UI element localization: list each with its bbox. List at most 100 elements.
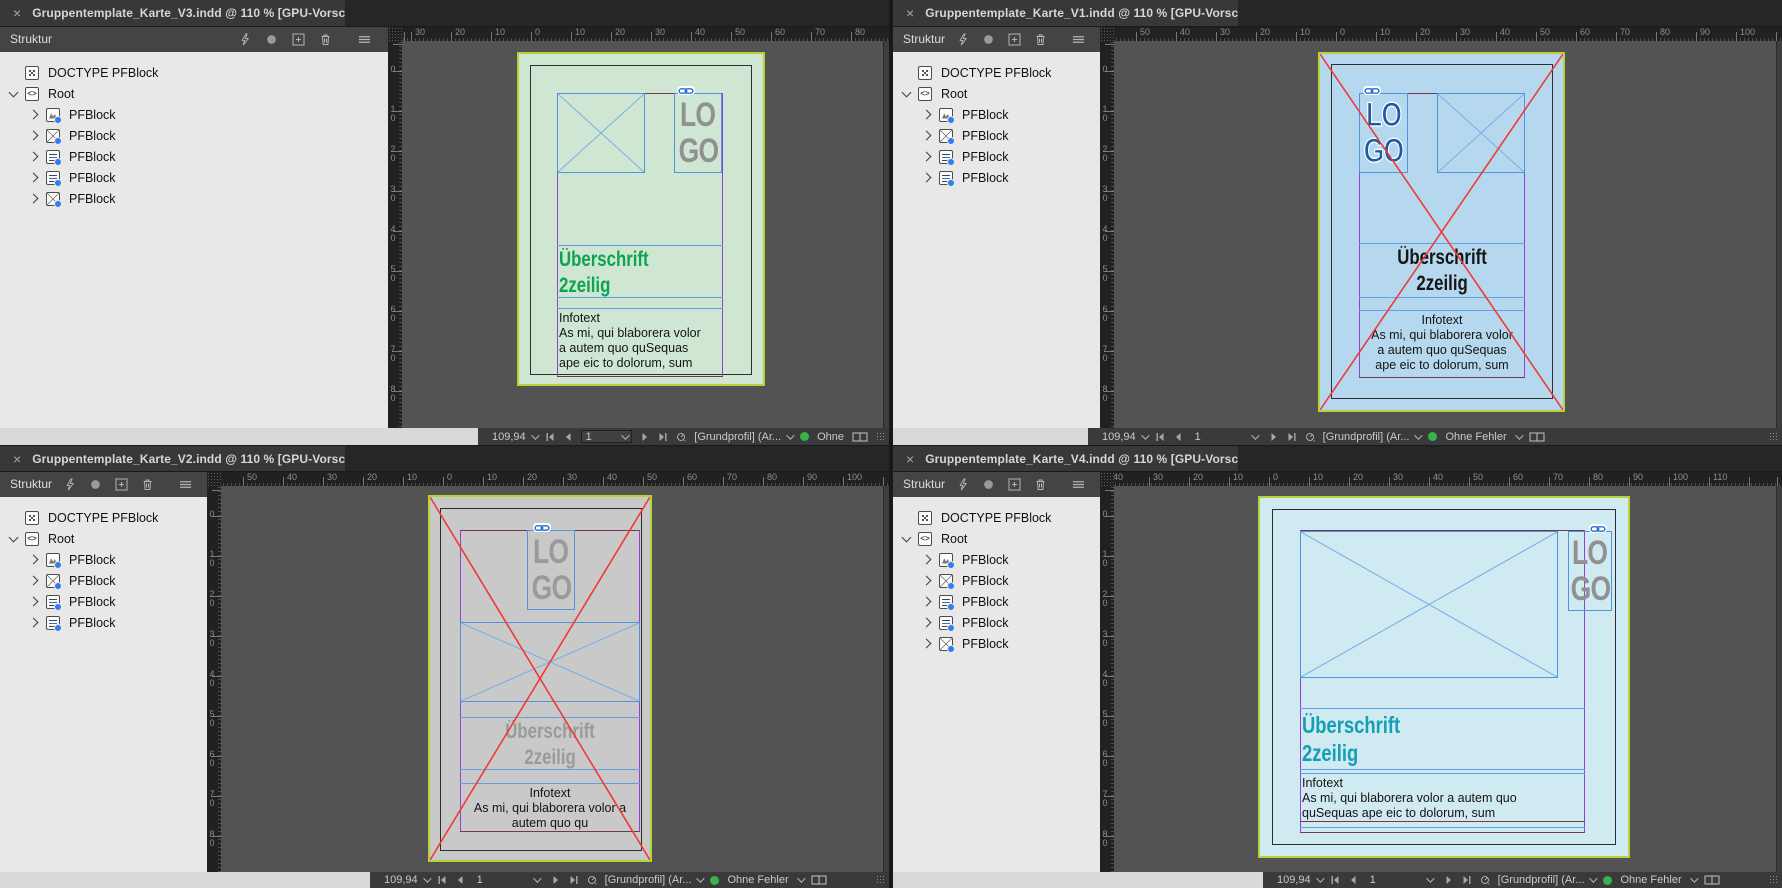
expander-icon[interactable] (920, 556, 934, 563)
tree-item[interactable]: DOCTYPE PFBlock (0, 507, 207, 528)
first-page-button[interactable] (545, 432, 555, 442)
expander-icon[interactable] (27, 132, 41, 139)
page-canvas[interactable]: LO GO Überschrift 2zeilig Infotext As mi… (517, 52, 765, 386)
add-element-icon[interactable] (1008, 33, 1021, 46)
horizontal-ruler[interactable]: 403020100102030405060708090100110 (1114, 472, 1782, 486)
tree-item[interactable]: PFBlock (0, 146, 388, 167)
panel-menu-icon[interactable] (358, 33, 371, 46)
heading-frame[interactable]: Überschrift 2zeilig (557, 245, 723, 298)
expander-icon[interactable] (899, 91, 913, 96)
zoom-level-control[interactable]: 109,94 (492, 431, 537, 443)
preflight-profile-control[interactable]: [Grundprofil] (Ar... (1323, 431, 1421, 443)
next-page-button[interactable] (551, 875, 561, 885)
page-number-field[interactable]: 1 (1191, 430, 1261, 443)
close-icon[interactable]: × (13, 6, 21, 20)
preflight-icon[interactable] (676, 432, 686, 442)
last-page-button[interactable] (569, 875, 579, 885)
page-canvas[interactable]: LO GO Überschrift 2zeilig Infotext As mi… (428, 495, 652, 862)
close-icon[interactable]: × (13, 452, 21, 466)
expander-icon[interactable] (920, 174, 934, 181)
next-page-button[interactable] (640, 432, 650, 442)
ruler-origin-corner[interactable] (1100, 27, 1114, 41)
tree-item[interactable]: PFBlock (0, 125, 388, 146)
page-number-field[interactable]: 1 (1366, 874, 1436, 887)
document-tab[interactable]: × Gruppentemplate_Karte_V1.indd @ 110 % … (893, 0, 1238, 26)
expander-icon[interactable] (6, 536, 20, 541)
tree-item[interactable]: Root (893, 528, 1100, 549)
tree-item[interactable]: DOCTYPE PFBlock (893, 62, 1100, 83)
close-icon[interactable]: × (906, 6, 914, 20)
tree-item[interactable]: PFBlock (893, 146, 1100, 167)
zoom-level-control[interactable]: 109,94 (1102, 431, 1147, 443)
tree-item[interactable]: PFBlock (0, 104, 388, 125)
preflight-profile-control[interactable]: [Grundprofil] (Ar... (605, 874, 703, 886)
expander-icon[interactable] (27, 153, 41, 160)
tree-item[interactable]: PFBlock (893, 570, 1100, 591)
document-tab[interactable]: × Gruppentemplate_Karte_V3.indd @ 110 % … (0, 0, 345, 26)
validate-lightning-icon[interactable] (238, 33, 251, 46)
expander-icon[interactable] (920, 111, 934, 118)
horizontal-scrollbar[interactable] (893, 428, 1088, 445)
tree-item[interactable]: PFBlock (0, 549, 207, 570)
add-element-icon[interactable] (292, 33, 305, 46)
tree-item[interactable]: DOCTYPE PFBlock (0, 62, 388, 83)
last-page-button[interactable] (658, 432, 668, 442)
tree-item[interactable]: PFBlock (893, 633, 1100, 654)
expander-icon[interactable] (27, 195, 41, 202)
preflight-profile-control[interactable]: [Grundprofil] (Ar... (694, 431, 792, 443)
vertical-scrollbar[interactable] (1776, 41, 1782, 428)
record-circle-icon[interactable] (982, 33, 995, 46)
preflight-icon[interactable] (1305, 432, 1315, 442)
pasteboard-view-icon[interactable] (1704, 875, 1720, 885)
horizontal-scrollbar[interactable] (0, 428, 478, 445)
add-element-icon[interactable] (115, 478, 128, 491)
validate-lightning-icon[interactable] (63, 478, 76, 491)
ruler-origin-corner[interactable] (388, 27, 402, 41)
resize-grip[interactable] (876, 875, 886, 885)
resize-grip[interactable] (1769, 432, 1779, 442)
vertical-ruler[interactable]: 01 02 03 04 05 06 07 08 0 (1100, 41, 1114, 428)
last-page-button[interactable] (1462, 875, 1472, 885)
ruler-origin-corner[interactable] (207, 472, 221, 486)
horizontal-ruler[interactable]: 30201001020304050607080 (402, 27, 889, 41)
trash-icon[interactable] (1034, 478, 1047, 491)
resize-grip[interactable] (876, 432, 886, 442)
trash-icon[interactable] (141, 478, 154, 491)
page-canvas[interactable]: LO GO Überschrift 2zeilig Infotext As mi… (1318, 52, 1565, 412)
trash-icon[interactable] (1034, 33, 1047, 46)
zoom-level-control[interactable]: 109,94 (1277, 874, 1322, 886)
expander-icon[interactable] (899, 536, 913, 541)
expander-icon[interactable] (27, 598, 41, 605)
vertical-ruler[interactable]: 01 02 03 04 05 06 07 08 0 (1100, 486, 1114, 872)
expander-icon[interactable] (6, 91, 20, 96)
vertical-ruler[interactable]: 01 02 03 04 05 06 07 08 0 (388, 41, 402, 428)
vertical-scrollbar[interactable] (883, 41, 889, 428)
resize-grip[interactable] (1769, 875, 1779, 885)
close-icon[interactable]: × (906, 452, 914, 466)
horizontal-scrollbar[interactable] (0, 872, 370, 888)
tree-item[interactable]: PFBlock (0, 167, 388, 188)
image-placeholder-frame[interactable] (1300, 531, 1558, 678)
last-page-button[interactable] (1287, 432, 1297, 442)
infotext-frame[interactable]: Infotext As mi, qui blaborera volor a au… (1300, 773, 1585, 822)
validate-lightning-icon[interactable] (956, 478, 969, 491)
page-number-field[interactable]: 1 (473, 874, 543, 887)
expander-icon[interactable] (27, 577, 41, 584)
tree-item[interactable]: PFBlock (893, 549, 1100, 570)
document-tab[interactable]: × Gruppentemplate_Karte_V4.indd @ 110 % … (893, 446, 1238, 471)
horizontal-ruler[interactable]: 50403020100102030405060708090100 (1114, 27, 1782, 41)
infotext-frame[interactable]: Infotext As mi, qui blaborera volor a au… (557, 308, 723, 377)
expander-icon[interactable] (920, 619, 934, 626)
record-circle-icon[interactable] (265, 33, 278, 46)
panel-menu-icon[interactable] (179, 478, 192, 491)
trash-icon[interactable] (319, 33, 332, 46)
tree-item[interactable]: PFBlock (893, 167, 1100, 188)
tree-item[interactable]: PFBlock (893, 591, 1100, 612)
tree-item[interactable]: PFBlock (0, 612, 207, 633)
tree-item[interactable]: PFBlock (0, 591, 207, 612)
expander-icon[interactable] (920, 132, 934, 139)
horizontal-ruler[interactable]: 50403020100102030405060708090100 (221, 472, 889, 486)
next-page-button[interactable] (1444, 875, 1454, 885)
record-circle-icon[interactable] (982, 478, 995, 491)
vertical-scrollbar[interactable] (1776, 486, 1782, 872)
